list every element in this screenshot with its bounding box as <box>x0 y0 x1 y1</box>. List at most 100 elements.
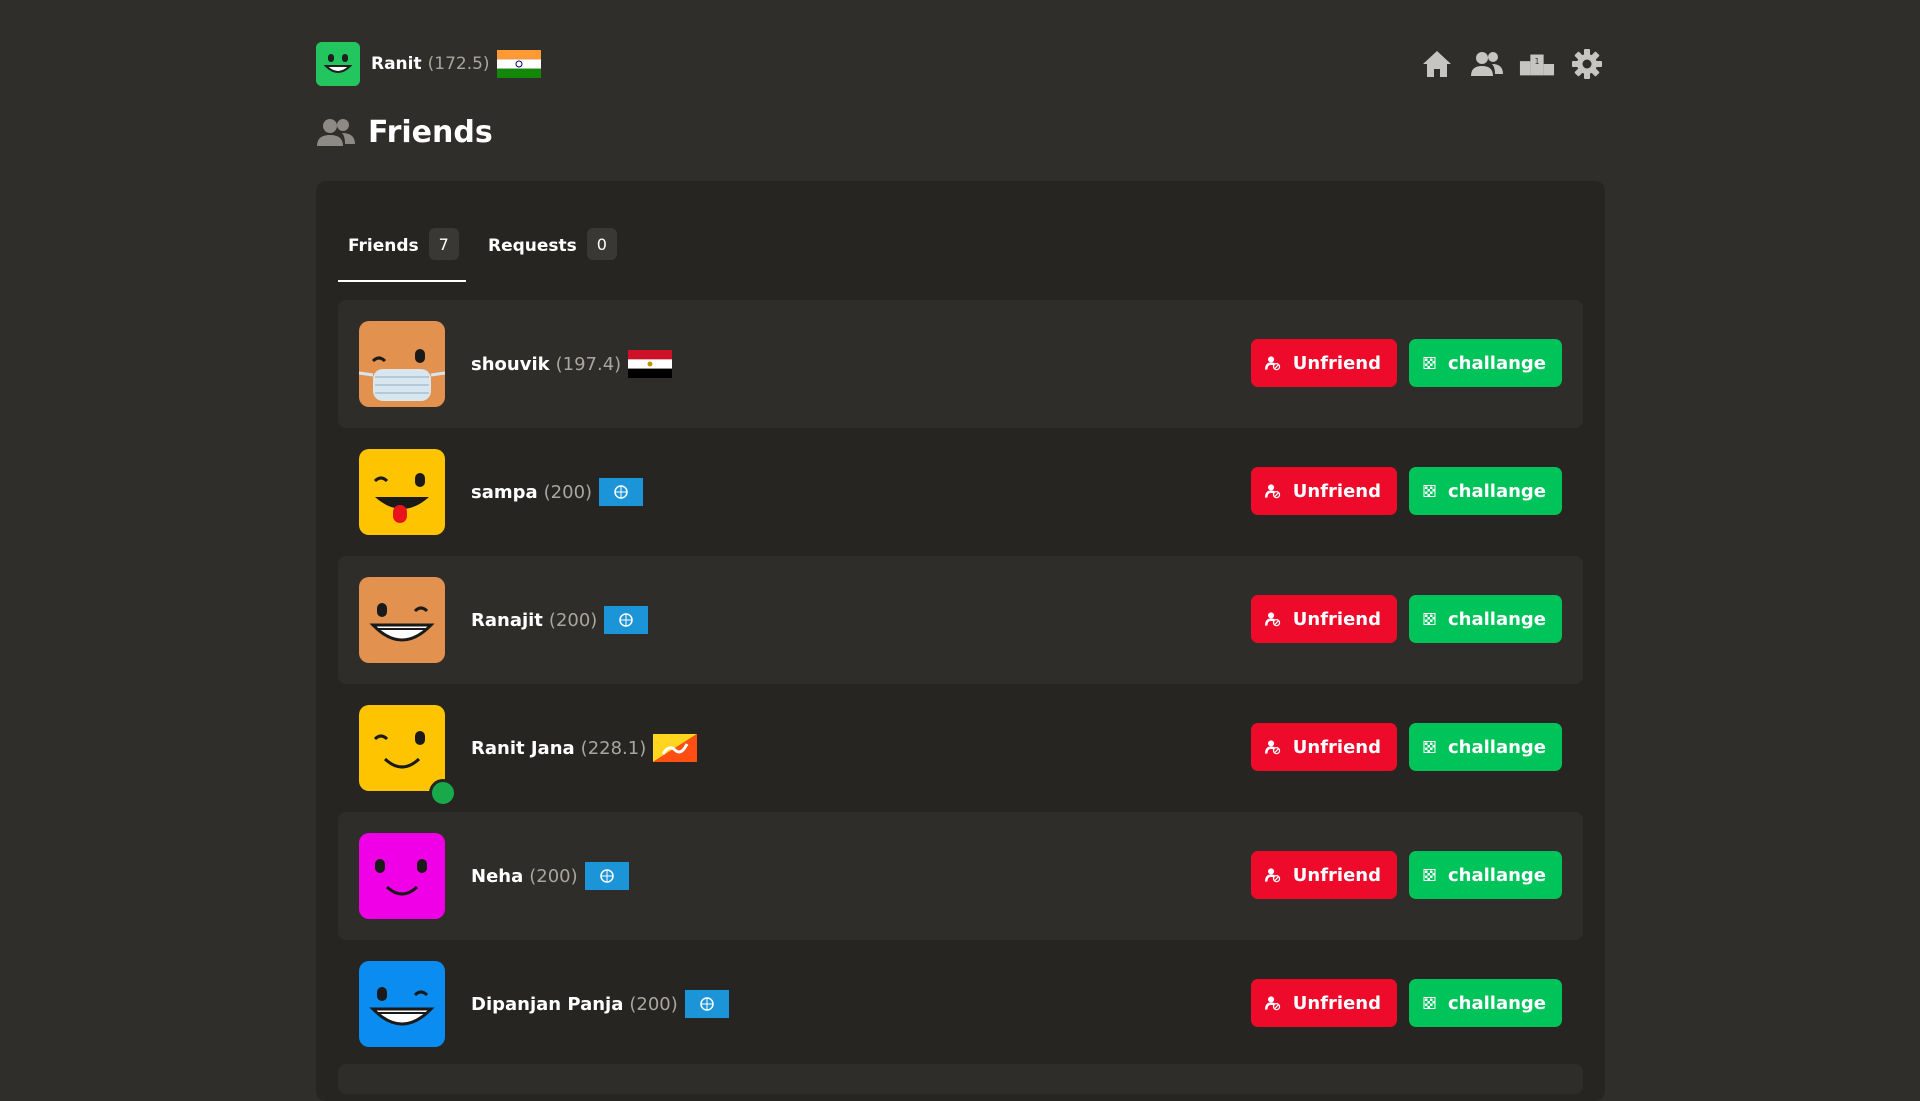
settings-icon[interactable] <box>1569 46 1605 82</box>
challenge-label: challange <box>1447 992 1546 1014</box>
challenge-button[interactable]: challange <box>1409 979 1562 1027</box>
friend-info: shouvik (197.4) <box>471 300 673 428</box>
unfriend-button[interactable]: Unfriend <box>1251 851 1397 899</box>
friend-row: Dipanjan Panja (200) Unfriend challange <box>338 940 1583 1068</box>
friend-rating: (228.1) <box>580 737 647 759</box>
page-title-text: Friends <box>368 114 493 150</box>
friends-list: shouvik (197.4) Unfriend challange sampa… <box>338 300 1583 1068</box>
friend-info: Ranajit (200) <box>471 556 649 684</box>
india-flag-icon <box>496 50 541 78</box>
challenge-button[interactable]: challange <box>1409 851 1562 899</box>
grin-wink-face-avatar-icon[interactable] <box>359 961 445 1047</box>
remove-user-icon <box>1265 740 1281 755</box>
un-flag-icon <box>684 990 729 1018</box>
unfriend-label: Unfriend <box>1292 864 1381 886</box>
unfriend-label: Unfriend <box>1292 736 1381 758</box>
challenge-button[interactable]: challange <box>1409 595 1562 643</box>
remove-user-icon <box>1265 996 1281 1011</box>
un-flag-icon <box>604 606 649 634</box>
unfriend-label: Unfriend <box>1292 480 1381 502</box>
unfriend-button[interactable]: Unfriend <box>1251 723 1397 771</box>
leaderboard-icon[interactable]: 1 <box>1519 46 1555 82</box>
tab-requests[interactable]: Requests 0 <box>478 226 627 282</box>
un-flag-icon <box>584 862 629 890</box>
tab-requests-label: Requests <box>488 236 577 256</box>
unfriend-button[interactable]: Unfriend <box>1251 467 1397 515</box>
friend-info: Neha (200) <box>471 812 629 940</box>
friend-info: sampa (200) <box>471 428 644 556</box>
challenge-button[interactable]: challange <box>1409 467 1562 515</box>
friend-info: Dipanjan Panja (200) <box>471 940 729 1068</box>
friend-rating: (200) <box>543 481 593 503</box>
tab-requests-count: 0 <box>586 228 617 260</box>
page: Ranit (172.5) 1 Friends Friends 7 Reques… <box>316 0 1605 1101</box>
challenge-label: challange <box>1447 608 1546 630</box>
current-user-name: Ranit <box>371 54 422 74</box>
friends-icon <box>317 119 355 146</box>
page-title: Friends <box>316 110 493 154</box>
bhutan-flag-icon <box>653 734 698 762</box>
chessboard-icon <box>1423 741 1436 753</box>
friend-row: shouvik (197.4) Unfriend challange <box>338 300 1583 428</box>
tab-friends-label: Friends <box>348 236 419 256</box>
unfriend-label: Unfriend <box>1292 352 1381 374</box>
un-flag-icon <box>599 478 644 506</box>
current-user-rating: (172.5) <box>427 54 490 74</box>
friend-rating: (200) <box>629 993 678 1015</box>
chessboard-icon <box>1423 613 1436 625</box>
remove-user-icon <box>1265 868 1281 883</box>
online-status-indicator <box>429 779 457 807</box>
challenge-button[interactable]: challange <box>1409 723 1562 771</box>
smile-face-avatar-icon[interactable] <box>359 833 445 919</box>
friend-actions: Unfriend challange <box>1251 851 1562 899</box>
chessboard-icon <box>1423 485 1436 497</box>
unfriend-button[interactable]: Unfriend <box>1251 979 1397 1027</box>
friend-row: Ranit Jana (228.1) Unfriend challange <box>338 684 1583 812</box>
challenge-label: challange <box>1447 480 1546 502</box>
svg-text:1: 1 <box>1535 57 1540 66</box>
main-nav: 1 <box>1419 46 1605 82</box>
masked-face-avatar-icon[interactable] <box>358 321 446 407</box>
remove-user-icon <box>1265 612 1281 627</box>
chessboard-icon <box>1423 869 1436 881</box>
unfriend-label: Unfriend <box>1292 608 1381 630</box>
challenge-label: challange <box>1447 736 1546 758</box>
chessboard-icon <box>1423 357 1436 369</box>
tongue-wink-face-avatar-icon[interactable] <box>359 449 445 535</box>
unfriend-button[interactable]: Unfriend <box>1251 595 1397 643</box>
friend-info: Ranit Jana (228.1) <box>471 684 698 812</box>
tab-friends[interactable]: Friends 7 <box>338 226 466 282</box>
tab-bar: Friends 7 Requests 0 <box>338 226 631 282</box>
chessboard-icon <box>1423 997 1436 1009</box>
grin-wink-face-avatar-icon[interactable] <box>359 577 445 663</box>
friend-actions: Unfriend challange <box>1251 979 1562 1027</box>
unfriend-label: Unfriend <box>1292 992 1381 1014</box>
wink-smile-face-avatar-icon[interactable] <box>359 705 445 791</box>
tab-friends-count: 7 <box>428 228 459 260</box>
friends-icon[interactable] <box>1469 46 1505 82</box>
green-smile-avatar-icon <box>316 42 360 86</box>
friend-name[interactable]: Ranit Jana <box>471 738 575 759</box>
friend-actions: Unfriend challange <box>1251 467 1562 515</box>
current-user[interactable]: Ranit (172.5) <box>316 42 541 86</box>
friend-name[interactable]: Neha <box>471 866 523 887</box>
friend-name[interactable]: shouvik <box>471 354 550 375</box>
top-bar: Ranit (172.5) 1 <box>316 42 1605 86</box>
friend-row: Ranajit (200) Unfriend challange <box>338 556 1583 684</box>
friend-rating: (200) <box>548 609 598 631</box>
friend-rating: (197.4) <box>555 353 622 375</box>
remove-user-icon <box>1265 484 1281 499</box>
friend-actions: Unfriend challange <box>1251 723 1562 771</box>
challenge-label: challange <box>1447 864 1546 886</box>
challenge-button[interactable]: challange <box>1409 339 1562 387</box>
friend-name[interactable]: sampa <box>471 482 538 503</box>
remove-user-icon <box>1265 356 1281 371</box>
friend-name[interactable]: Ranajit <box>471 610 543 631</box>
friend-row: Neha (200) Unfriend challange <box>338 812 1583 940</box>
home-icon[interactable] <box>1419 46 1455 82</box>
friend-rating: (200) <box>529 865 578 887</box>
friend-name[interactable]: Dipanjan Panja <box>471 994 623 1015</box>
challenge-label: challange <box>1447 352 1546 374</box>
friend-actions: Unfriend challange <box>1251 339 1562 387</box>
unfriend-button[interactable]: Unfriend <box>1251 339 1397 387</box>
